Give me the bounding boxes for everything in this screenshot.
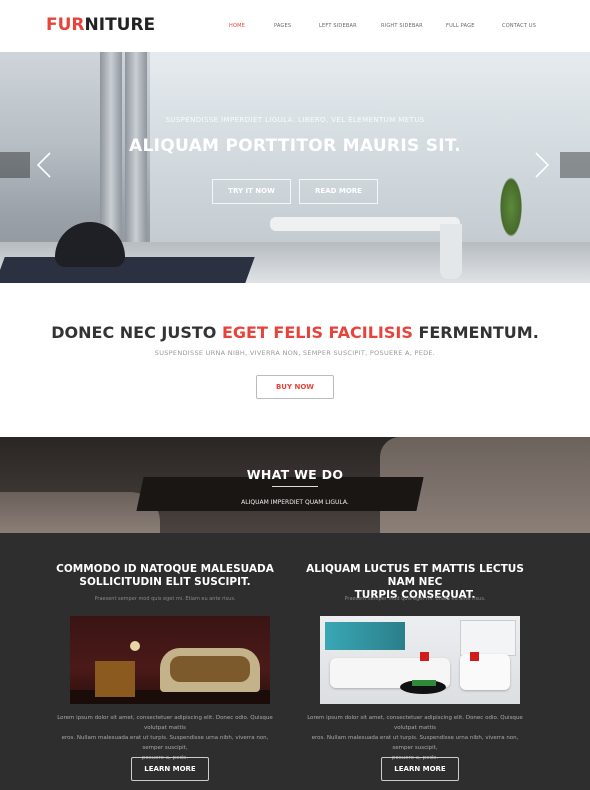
nav-pages[interactable]: PAGES	[274, 23, 291, 29]
image-pillow	[470, 652, 479, 661]
feature-column-1: COMMODO ID NATOQUE MALESUADA SOLLICITUDI…	[50, 533, 280, 790]
hero-desk	[270, 217, 460, 231]
promo-heading-part2: FERMENTUM.	[418, 323, 539, 342]
feature-subtitle: Praesent semper mod quis eget mi. Etiam …	[344, 596, 486, 602]
chevron-right-icon[interactable]	[523, 152, 550, 178]
hero-slider: SUSPENDISSE IMPERDIET LIGULA. LIBERO, VE…	[0, 52, 590, 283]
main-nav: HOME PAGES LEFT SIDEBAR RIGHT SIDEBAR FU…	[0, 23, 590, 35]
title-divider	[272, 486, 318, 487]
promo-heading-highlight: EGET FELIS FACILISIS	[221, 323, 413, 342]
nav-right-sidebar[interactable]: RIGHT SIDEBAR	[381, 23, 423, 29]
image-table-accent	[412, 680, 436, 686]
feature-column-2: ALIQUAM LUCTUS ET MATTIS LECTUS NAM NEC …	[300, 533, 530, 790]
feature-description: Lorem ipsum dolor sit amet, consectetuer…	[300, 713, 530, 763]
nav-left-sidebar[interactable]: LEFT SIDEBAR	[319, 23, 357, 29]
try-it-now-button[interactable]: TRY IT NOW	[212, 179, 291, 204]
hero-desk-leg	[440, 224, 462, 279]
feature-description-line: Lorem ipsum dolor sit amet, consectetuer…	[307, 715, 523, 731]
nav-full-page[interactable]: FULL PAGE	[446, 23, 475, 29]
feature-title-line: SOLLICITUDIN ELIT SUSCIPIT.	[79, 576, 251, 588]
feature-description-line: Lorem ipsum dolor sit amet, consectetuer…	[57, 715, 273, 731]
feature-image-vintage-room[interactable]	[70, 616, 270, 704]
image-side-table	[95, 661, 135, 697]
image-sofa-cushion	[170, 656, 250, 682]
feature-title-line: ALIQUAM LUCTUS ET MATTIS LECTUS NAM NEC	[306, 563, 524, 588]
site-header: FURNITURE HOME PAGES LEFT SIDEBAR RIGHT …	[0, 0, 590, 52]
feature-description-line: eros. Nullam malesuada erat ut turpis. S…	[311, 735, 519, 751]
chevron-left-icon[interactable]	[36, 152, 63, 178]
image-lamp	[130, 641, 140, 651]
image-armchair	[460, 654, 510, 690]
promo-heading-part1: DONEC NEC JUSTO	[51, 323, 217, 342]
learn-more-button[interactable]: LEARN MORE	[381, 757, 459, 781]
hero-title: ALIQUAM PORTTITOR MAURIS SIT.	[129, 136, 461, 156]
image-pillow	[420, 652, 429, 661]
what-we-do-title: WHAT WE DO	[246, 467, 344, 482]
what-we-do-subtitle: ALIQUAM IMPERDIET QUAM LIGULA.	[241, 499, 349, 506]
what-we-do-banner: WHAT WE DO ALIQUAM IMPERDIET QUAM LIGULA…	[0, 437, 590, 533]
feature-image-white-room[interactable]	[320, 616, 520, 704]
hero-prev-band	[0, 152, 30, 178]
nav-home[interactable]: HOME	[229, 23, 245, 29]
hero-next-band	[560, 152, 590, 178]
image-wall-art	[325, 622, 405, 650]
hero-subtitle: SUSPENDISSE IMPERDIET LIGULA. LIBERO, VE…	[165, 116, 425, 124]
feature-title: COMMODO ID NATOQUE MALESUADA SOLLICITUDI…	[50, 563, 280, 589]
buy-now-button[interactable]: BUY NOW	[256, 375, 334, 399]
feature-description-line: eros. Nullam malesuada erat ut turpis. S…	[61, 735, 269, 751]
hero-rug	[0, 257, 255, 283]
feature-subtitle: Praesent semper mod quis eget mi. Etiam …	[94, 596, 236, 602]
nav-contact-us[interactable]: CONTACT US	[502, 23, 536, 29]
hero-plant	[498, 172, 524, 242]
feature-description: Lorem ipsum dolor sit amet, consectetuer…	[50, 713, 280, 763]
promo-heading: DONEC NEC JUSTO EGET FELIS FACILISIS FER…	[0, 323, 590, 342]
promo-section: DONEC NEC JUSTO EGET FELIS FACILISIS FER…	[0, 283, 590, 437]
learn-more-button[interactable]: LEARN MORE	[131, 757, 209, 781]
features-section: COMMODO ID NATOQUE MALESUADA SOLLICITUDI…	[0, 533, 590, 790]
read-more-button[interactable]: READ MORE	[299, 179, 378, 204]
feature-title-line: COMMODO ID NATOQUE MALESUADA	[56, 563, 274, 575]
image-window	[460, 620, 516, 656]
promo-subtitle: SUSPENDISSE URNA NIBH, VIVERRA NON, SEMP…	[154, 349, 436, 357]
